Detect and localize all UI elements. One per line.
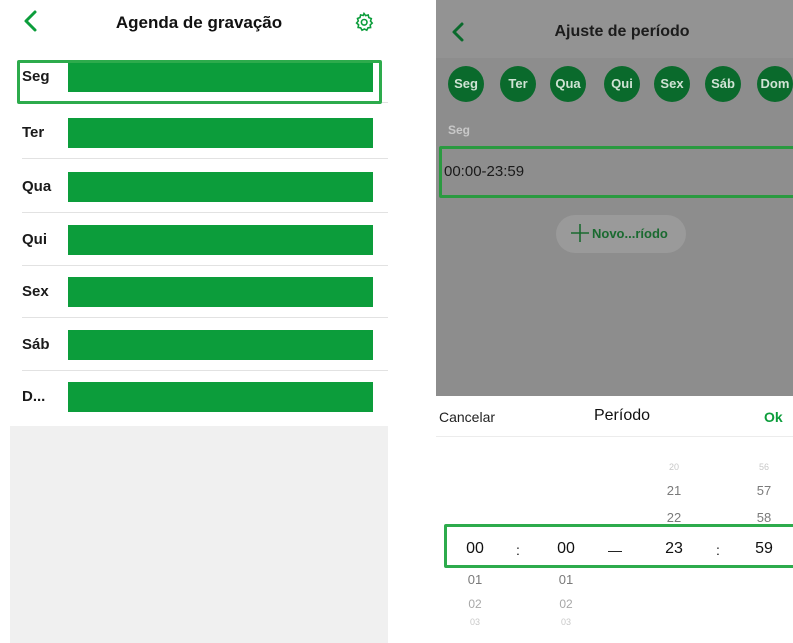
picker-value: 20 xyxy=(668,462,679,472)
selected-day-label: Seg xyxy=(448,123,471,137)
period-row-highlight xyxy=(439,146,793,198)
weekday-row-sab[interactable]: Sáb xyxy=(10,319,388,371)
weekday-label: Sex xyxy=(22,283,49,300)
selected-row-highlight xyxy=(17,60,382,104)
plus-icon xyxy=(571,224,589,242)
gear-icon[interactable] xyxy=(354,12,374,32)
recording-timeline-bar[interactable] xyxy=(68,172,373,202)
schedule-header: Agenda de gravação xyxy=(10,0,388,46)
picker-value: 21 xyxy=(666,483,682,498)
weekday-row-ter[interactable]: Ter xyxy=(10,107,388,159)
picker-value: 03 xyxy=(560,617,571,627)
add-period-label: Novo...ríodo xyxy=(592,226,668,241)
picker-value: 01 xyxy=(558,572,574,587)
recording-timeline-bar[interactable] xyxy=(68,277,373,307)
recording-schedule-screen: Agenda de gravação Seg Ter Qua Qui Sex S… xyxy=(10,0,388,643)
picker-value: 01 xyxy=(467,572,483,587)
weekday-chip-row: Seg Ter Qua Qui Sex Sáb Dom xyxy=(436,66,793,106)
period-adjust-screen: Ajuste de período Seg Ter Qua Qui Sex Sá… xyxy=(436,0,793,643)
ok-button[interactable]: Ok xyxy=(764,409,783,425)
page-title: Ajuste de período xyxy=(554,23,690,40)
empty-background xyxy=(10,426,388,643)
weekday-row-qui[interactable]: Qui xyxy=(10,214,388,266)
period-header: Ajuste de período xyxy=(436,0,793,58)
weekday-chip-qui[interactable]: Qui xyxy=(604,66,640,102)
recording-timeline-bar[interactable] xyxy=(68,330,373,360)
weekday-row-sex[interactable]: Sex xyxy=(10,266,388,318)
picker-value: 57 xyxy=(756,483,772,498)
weekday-label: D... xyxy=(22,388,46,405)
row-divider xyxy=(22,212,388,213)
period-picker-sheet: Cancelar Período Ok 00 01 02 03 : 00 01 … xyxy=(436,396,793,643)
weekday-row-qua[interactable]: Qua xyxy=(10,161,388,213)
weekday-row-dom[interactable]: D... xyxy=(10,371,388,423)
dimmed-overlay: Ajuste de período Seg Ter Qua Qui Sex Sá… xyxy=(436,0,793,396)
picker-value: 58 xyxy=(756,510,772,525)
recording-timeline-bar[interactable] xyxy=(68,118,373,148)
picker-value: 02 xyxy=(468,597,482,611)
weekday-chip-sex[interactable]: Sex xyxy=(654,66,690,102)
recording-timeline-bar[interactable] xyxy=(68,382,373,412)
row-divider xyxy=(22,158,388,159)
picker-value: 22 xyxy=(666,510,682,525)
weekday-label: Ter xyxy=(22,124,45,141)
picker-value: 56 xyxy=(758,462,769,472)
weekday-list: Seg Ter Qua Qui Sex Sáb D... xyxy=(10,51,388,426)
weekday-chip-seg[interactable]: Seg xyxy=(448,66,484,102)
recording-timeline-bar[interactable] xyxy=(68,225,373,255)
picker-selection-highlight xyxy=(444,524,793,568)
row-divider xyxy=(22,317,388,318)
weekday-chip-qua[interactable]: Qua xyxy=(550,66,586,102)
add-period-button[interactable]: Novo...ríodo xyxy=(556,215,686,253)
weekday-chip-sab[interactable]: Sáb xyxy=(705,66,741,102)
picker-title: Período xyxy=(593,407,651,424)
picker-value: 02 xyxy=(559,597,573,611)
weekday-chip-ter[interactable]: Ter xyxy=(500,66,536,102)
weekday-label: Qua xyxy=(22,178,52,195)
sheet-divider xyxy=(436,436,793,437)
weekday-label: Qui xyxy=(22,231,47,248)
weekday-label: Sáb xyxy=(22,336,50,353)
weekday-chip-dom[interactable]: Dom xyxy=(757,66,793,102)
picker-value: 03 xyxy=(469,617,480,627)
page-title: Agenda de gravação xyxy=(115,13,283,32)
